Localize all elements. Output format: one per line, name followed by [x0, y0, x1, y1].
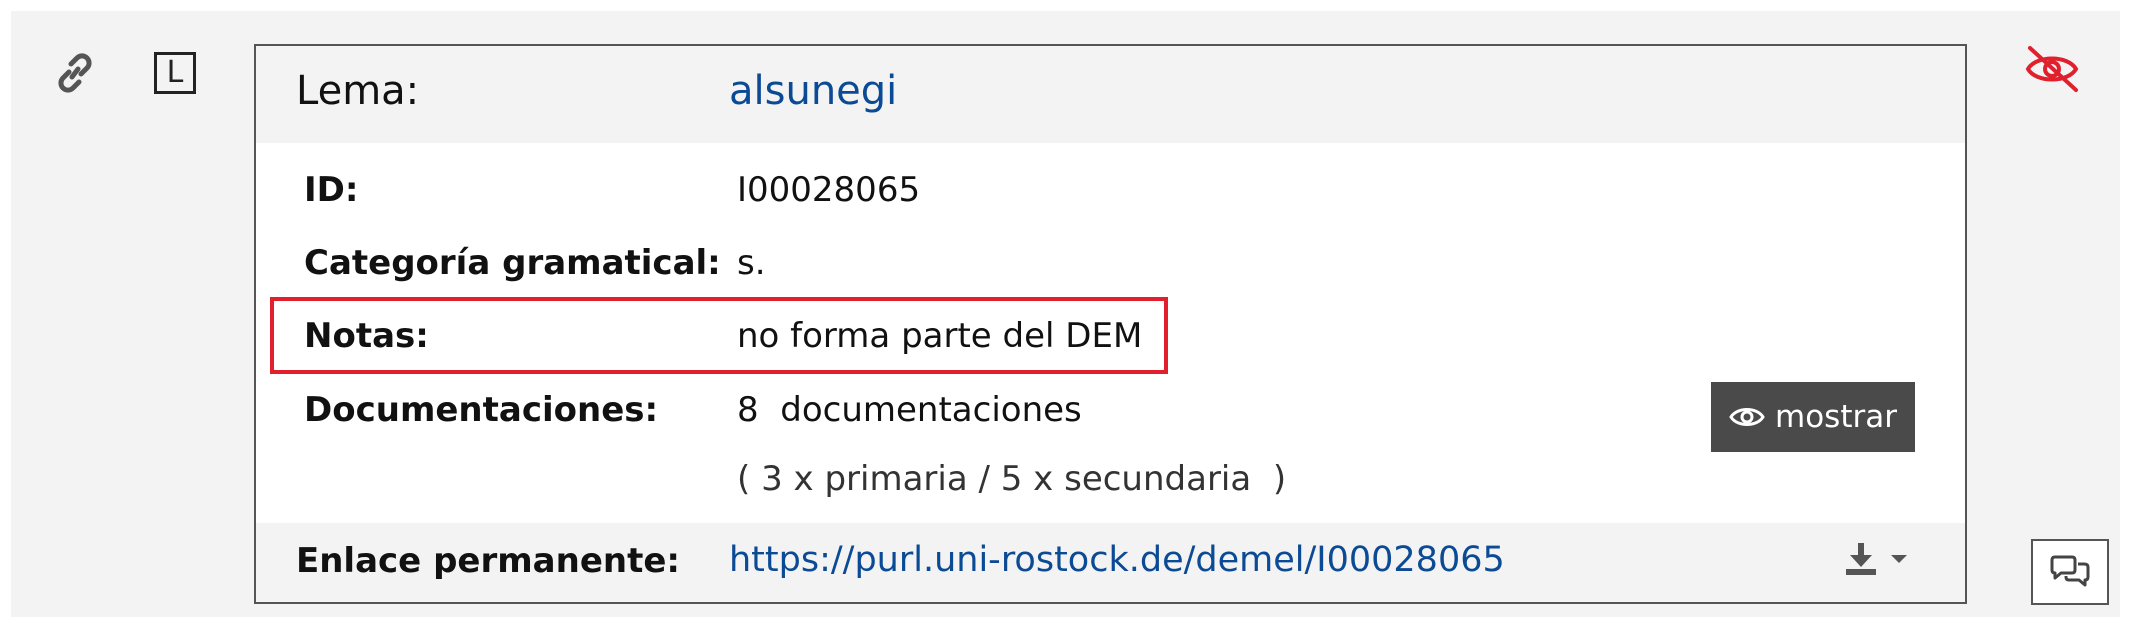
layer-l-icon[interactable]: L: [151, 49, 199, 97]
comments-button[interactable]: [2031, 539, 2109, 605]
permalink-label: Enlace permanente:: [296, 541, 680, 581]
docs-breakdown: ( 3 x primaria / 5 x secundaria ): [737, 459, 1287, 499]
notes-value: no forma parte del DEM: [737, 316, 1143, 356]
eye-slash-icon[interactable]: [2022, 44, 2082, 98]
lema-label: Lema:: [296, 68, 420, 114]
notes-label: Notas:: [304, 316, 429, 356]
docs-label: Documentaciones:: [304, 390, 659, 430]
layer-l-letter: L: [154, 52, 196, 94]
lema-header: Lema: alsunegi: [256, 46, 1965, 143]
left-toolbar: L: [51, 49, 199, 97]
chevron-down-icon: [1891, 555, 1907, 563]
entry-card: Lema: alsunegi ID: I00028065 Categoría g…: [254, 44, 1967, 604]
link-icon[interactable]: [51, 49, 99, 97]
permalink-footer: Enlace permanente: https://purl.uni-rost…: [256, 523, 1965, 602]
docs-count: 8 documentaciones: [737, 390, 1082, 430]
show-button[interactable]: mostrar: [1711, 382, 1915, 452]
download-dropdown[interactable]: [1844, 541, 1908, 577]
permalink-link[interactable]: https://purl.uni-rostock.de/demel/I00028…: [729, 540, 1505, 580]
download-icon: [1846, 543, 1876, 575]
lema-link[interactable]: alsunegi: [729, 68, 897, 114]
category-value: s.: [737, 243, 766, 283]
show-button-label: mostrar: [1775, 399, 1897, 435]
category-label: Categoría gramatical:: [304, 243, 721, 283]
id-label: ID:: [304, 170, 359, 210]
eye-icon: [1729, 408, 1765, 426]
id-value: I00028065: [737, 170, 921, 210]
comments-icon: [2050, 555, 2090, 587]
entry-panel: L Lema: alsunegi ID: I00028065 Categoría…: [11, 11, 2120, 617]
